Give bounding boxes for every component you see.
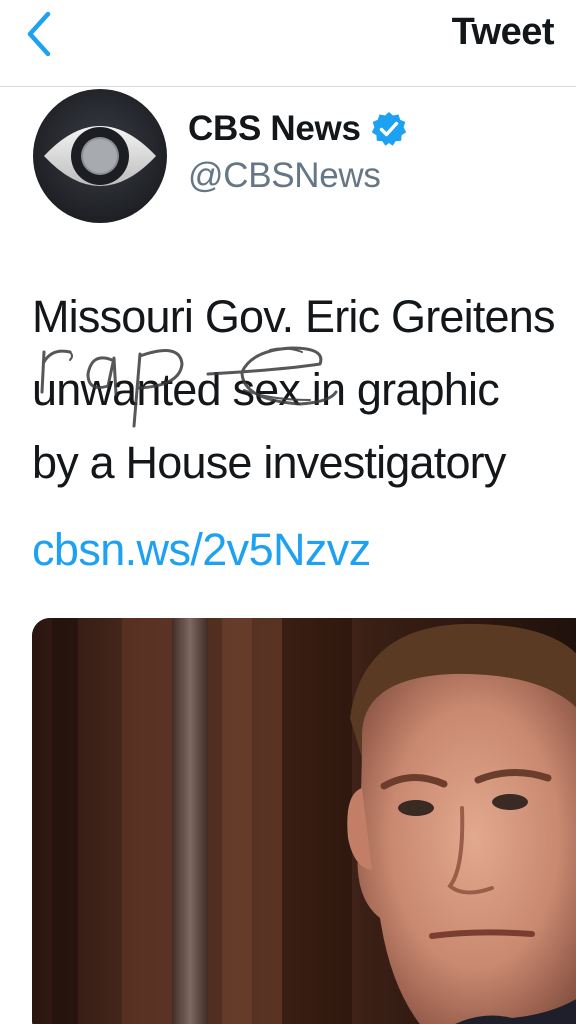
author-name-row[interactable]: CBS News bbox=[188, 106, 407, 152]
chevron-left-icon[interactable] bbox=[18, 8, 66, 57]
tweet-detail-screen: Tweet CBS News @CBSNews Missouri Gov. Er… bbox=[0, 0, 576, 1024]
tweet-text-line: unwanted sex in graphic bbox=[32, 364, 500, 415]
author-handle[interactable]: @CBSNews bbox=[188, 155, 381, 197]
tweet-media-image[interactable] bbox=[32, 618, 576, 1024]
cbs-eye-logo-icon bbox=[33, 89, 167, 223]
back-button[interactable] bbox=[18, 8, 66, 57]
avatar[interactable] bbox=[32, 88, 168, 224]
tweet-text-line: Missouri Gov. Eric Greitens bbox=[32, 291, 555, 342]
page-title: Tweet bbox=[451, 11, 555, 53]
nav-bar: Tweet bbox=[0, 0, 576, 87]
tweet-link[interactable]: cbsn.ws/2v5Nzvz bbox=[32, 522, 371, 578]
verified-badge-icon bbox=[371, 112, 406, 146]
photo-icon bbox=[32, 618, 576, 1024]
tweet-text-line: by a House investigatory bbox=[32, 437, 506, 488]
author-name[interactable]: CBS News bbox=[188, 109, 361, 149]
tweet-text: Missouri Gov. Eric Greitens unwanted sex… bbox=[32, 280, 576, 499]
